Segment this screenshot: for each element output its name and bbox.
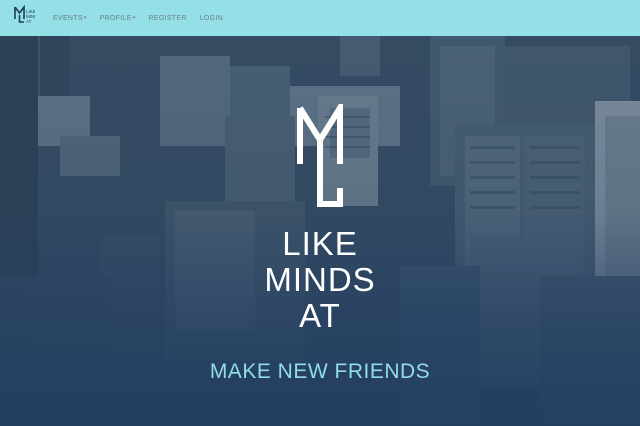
hero-title: LIKE MINDS AT (220, 226, 420, 334)
nav-item-events[interactable]: EVENTS ▾ (53, 15, 87, 22)
nav-item-register[interactable]: REGISTER (149, 15, 187, 22)
hero-tagline: MAKE NEW FRIENDS (209, 360, 431, 383)
hero-title-line-2: MINDS (264, 261, 376, 298)
nav-item-register-label: REGISTER (148, 14, 187, 22)
nav-menu: EVENTS ▾ PROFILE ▾ REGISTER LOGIN (53, 15, 236, 22)
lm-logo-icon-large (297, 104, 343, 207)
hero-title-line-3: AT (299, 297, 341, 334)
brand-logo[interactable]: LIKE MINDS AT (13, 4, 35, 32)
top-navbar: LIKE MINDS AT EVENTS ▾ PROFILE ▾ REGISTE… (0, 0, 640, 36)
nav-item-login-label: LOGIN (199, 14, 223, 22)
chevron-down-icon: ▾ (132, 15, 136, 21)
nav-item-profile[interactable]: PROFILE ▾ (100, 15, 136, 22)
chevron-down-icon: ▾ (83, 15, 87, 21)
nav-item-events-label: EVENTS (53, 14, 83, 22)
lm-logo-icon: LIKE MINDS AT (14, 5, 35, 24)
nav-item-login[interactable]: LOGIN (200, 15, 223, 22)
hero-title-line-1: LIKE (282, 225, 358, 262)
svg-text:AT: AT (26, 19, 32, 24)
nav-item-profile-label: PROFILE (99, 14, 132, 22)
